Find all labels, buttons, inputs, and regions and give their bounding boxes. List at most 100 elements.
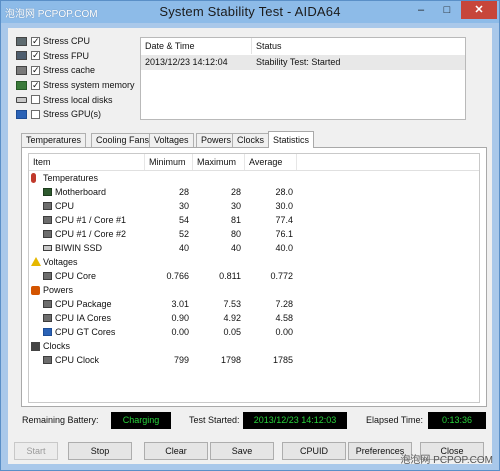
status-log: Date & Time Status 2013/12/23 14:12:04 S… xyxy=(140,37,466,120)
col-minimum[interactable]: Minimum xyxy=(145,154,193,170)
table-row[interactable]: CPU Core 0.766 0.811 0.772 xyxy=(29,269,479,283)
row-maximum: 7.53 xyxy=(223,299,241,309)
row-maximum: 1798 xyxy=(220,355,241,365)
row-maximum: 28 xyxy=(230,187,241,197)
row-maximum: 4.92 xyxy=(223,313,241,323)
disk-icon xyxy=(16,96,27,103)
row-maximum: 0.05 xyxy=(223,327,241,337)
stress-option[interactable]: ✓ Stress FPU xyxy=(16,49,136,64)
col-maximum[interactable]: Maximum xyxy=(193,154,245,170)
stress-option-label: Stress FPU xyxy=(43,50,90,61)
fpu-icon xyxy=(16,51,27,61)
checkbox[interactable]: ✓ xyxy=(31,51,40,61)
row-minimum: 54 xyxy=(178,215,189,225)
tab-temperatures[interactable]: Temperatures xyxy=(21,133,87,147)
close-window-button[interactable]: ✕ xyxy=(461,1,497,19)
test-started-label: Test Started: xyxy=(189,415,240,425)
stop-button[interactable]: Stop xyxy=(68,442,132,460)
category-label: Voltages xyxy=(43,257,78,267)
start-button[interactable]: Start xyxy=(14,442,58,460)
elapsed-time-value: 0:13:36 xyxy=(428,412,486,429)
row-minimum: 30 xyxy=(178,201,189,211)
table-row[interactable]: CPU #1 / Core #2 52 80 76.1 xyxy=(29,227,479,241)
col-average[interactable]: Average xyxy=(245,154,297,170)
category-label: Powers xyxy=(43,285,74,295)
test-started-value: 2013/12/23 14:12:03 xyxy=(243,412,347,429)
row-name: CPU Core xyxy=(55,271,97,281)
table-row[interactable]: BIWIN SSD 40 40 40.0 xyxy=(29,241,479,255)
motherboard-icon xyxy=(43,188,52,196)
row-minimum: 3.01 xyxy=(171,299,189,309)
checkbox[interactable] xyxy=(31,95,40,105)
checkbox[interactable]: ✓ xyxy=(31,36,40,46)
row-average: 28.0 xyxy=(275,187,293,197)
minimize-button[interactable]: – xyxy=(409,1,433,19)
elapsed-time-label: Elapsed Time: xyxy=(366,415,424,425)
stress-option-label: Stress CPU xyxy=(43,36,91,47)
category-row[interactable]: Powers xyxy=(29,283,479,297)
cpu-icon xyxy=(43,300,52,308)
tab-powers[interactable]: Powers xyxy=(196,133,237,147)
stress-option[interactable]: Stress GPU(s) xyxy=(16,107,136,122)
row-minimum: 0.90 xyxy=(171,313,189,323)
category-row[interactable]: Temperatures xyxy=(29,171,479,185)
table-row[interactable]: CPU GT Cores 0.00 0.05 0.00 xyxy=(29,325,479,339)
statistics-table: Item Minimum Maximum Average Temperature… xyxy=(28,153,480,403)
tab-statistics[interactable]: Statistics xyxy=(268,131,315,148)
row-minimum: 0.766 xyxy=(166,271,189,281)
table-row[interactable]: CPU IA Cores 0.90 4.92 4.58 xyxy=(29,311,479,325)
row-minimum: 52 xyxy=(178,229,189,239)
category-row[interactable]: Clocks xyxy=(29,339,479,353)
status-datetime: 2013/12/23 14:12:04 xyxy=(145,57,228,67)
row-name: CPU Package xyxy=(55,299,112,309)
table-row[interactable]: CPU Package 3.01 7.53 7.28 xyxy=(29,297,479,311)
battery-label: Remaining Battery: xyxy=(22,415,99,425)
category-label: Clocks xyxy=(43,341,71,351)
status-text: Stability Test: Started xyxy=(256,57,341,67)
stress-option-label: Stress GPU(s) xyxy=(43,109,102,120)
cpu-icon xyxy=(43,356,52,364)
stress-option-label: Stress cache xyxy=(43,65,96,76)
row-maximum: 40 xyxy=(230,243,241,253)
clear-button[interactable]: Clear xyxy=(144,442,208,460)
row-name: CPU #1 / Core #2 xyxy=(55,229,127,239)
row-average: 77.4 xyxy=(275,215,293,225)
row-average: 0.00 xyxy=(275,327,293,337)
checkbox[interactable]: ✓ xyxy=(31,80,40,90)
cpuid-button[interactable]: CPUID xyxy=(282,442,346,460)
row-average: 0.772 xyxy=(270,271,293,281)
stress-option[interactable]: ✓ Stress CPU xyxy=(16,34,136,49)
row-name: Motherboard xyxy=(55,187,107,197)
row-average: 7.28 xyxy=(275,299,293,309)
table-header: Item Minimum Maximum Average xyxy=(29,154,479,171)
checkbox[interactable] xyxy=(31,109,40,119)
checkbox[interactable]: ✓ xyxy=(31,65,40,75)
table-row[interactable]: CPU #1 / Core #1 54 81 77.4 xyxy=(29,213,479,227)
row-maximum: 30 xyxy=(230,201,241,211)
stress-option[interactable]: ✓ Stress system memory xyxy=(16,78,136,93)
ssd-icon xyxy=(43,245,52,251)
tab-cooling-fans[interactable]: Cooling Fans xyxy=(91,133,155,147)
table-row[interactable]: CPU 30 30 30.0 xyxy=(29,199,479,213)
title-bar[interactable]: 泡泡网 PCPOP.COM System Stability Test - AI… xyxy=(1,1,499,23)
memory-icon xyxy=(16,80,27,90)
status-col-status[interactable]: Status xyxy=(252,38,465,54)
stress-option[interactable]: Stress local disks xyxy=(16,92,136,107)
category-row[interactable]: Voltages xyxy=(29,255,479,269)
status-row[interactable]: 2013/12/23 14:12:04 Stability Test: Star… xyxy=(141,55,465,70)
row-maximum: 0.811 xyxy=(219,271,241,281)
client-area: ✓ Stress CPU ✓ Stress FPU ✓ Stress cache ✓ Stre… xyxy=(8,28,492,464)
row-name: CPU #1 / Core #1 xyxy=(55,215,127,225)
table-row[interactable]: Motherboard 28 28 28.0 xyxy=(29,185,479,199)
status-col-datetime[interactable]: Date & Time xyxy=(141,38,252,54)
tab-clocks[interactable]: Clocks xyxy=(232,133,270,147)
watermark-bottom: 泡泡网 PCPOP.COM xyxy=(400,455,493,466)
table-row[interactable]: CPU Clock 799 1798 1785 xyxy=(29,353,479,367)
tab-voltages[interactable]: Voltages xyxy=(149,133,194,147)
save-button[interactable]: Save xyxy=(210,442,274,460)
row-average: 40.0 xyxy=(275,243,293,253)
maximize-button[interactable]: □ xyxy=(435,1,459,19)
info-bar: Remaining Battery: Charging Test Started… xyxy=(16,412,486,432)
col-item[interactable]: Item xyxy=(29,154,145,170)
stress-option[interactable]: ✓ Stress cache xyxy=(16,63,136,78)
